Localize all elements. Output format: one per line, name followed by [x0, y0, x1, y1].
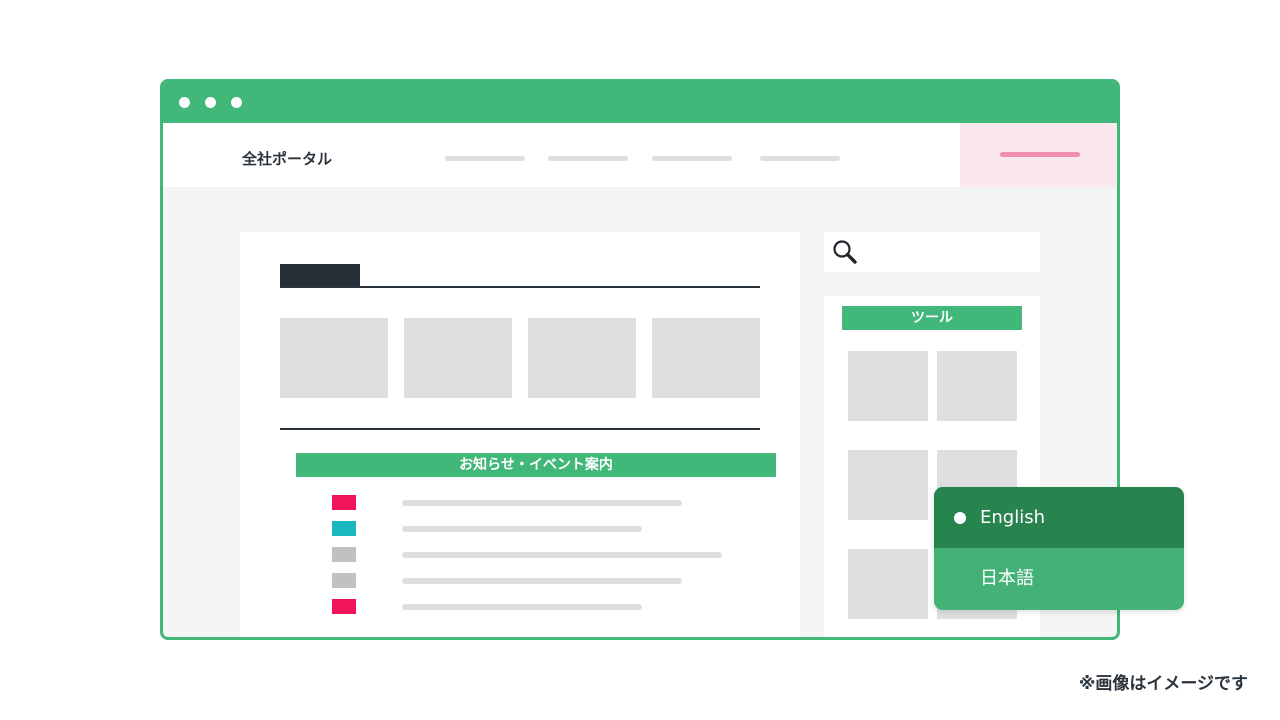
section-divider-bottom [280, 428, 760, 430]
search-icon[interactable] [832, 239, 858, 265]
news-title-placeholder [402, 604, 642, 610]
news-title-placeholder [402, 500, 682, 506]
news-item[interactable] [332, 547, 732, 563]
news-category-tag [332, 521, 356, 536]
news-item[interactable] [332, 495, 732, 511]
nav-item-1[interactable] [445, 156, 525, 161]
news-item[interactable] [332, 521, 732, 537]
news-category-tag [332, 599, 356, 614]
tool-tile-5[interactable] [848, 549, 928, 619]
tool-tile-1[interactable] [848, 351, 928, 421]
main-content-card: お知らせ・イベント案内 [240, 232, 800, 637]
window-dot-3[interactable] [231, 97, 242, 108]
feature-thumbnail-3[interactable] [528, 318, 636, 398]
header-cta-label [1000, 152, 1080, 157]
news-category-tag [332, 495, 356, 510]
nav-item-4[interactable] [760, 156, 840, 161]
news-item[interactable] [332, 573, 732, 589]
language-option-english[interactable]: English [934, 487, 1184, 548]
nav-item-3[interactable] [652, 156, 732, 161]
search-input[interactable] [824, 232, 1040, 272]
window-dot-1[interactable] [179, 97, 190, 108]
news-title-placeholder [402, 526, 642, 532]
news-title-placeholder [402, 552, 722, 558]
tool-tile-3[interactable] [848, 450, 928, 520]
image-disclaimer: ※画像はイメージです [1078, 674, 1248, 694]
feature-thumbnail-2[interactable] [404, 318, 512, 398]
news-title-placeholder [402, 578, 682, 584]
selected-indicator-icon [954, 512, 966, 524]
tools-title: ツール [842, 306, 1022, 330]
language-option-label: English [980, 507, 1045, 528]
tool-tile-2[interactable] [937, 351, 1017, 421]
news-category-tag [332, 573, 356, 588]
section-divider-top [280, 286, 760, 288]
window-titlebar [163, 82, 1117, 123]
language-switcher-menu: English 日本語 [934, 487, 1184, 610]
language-option-label: 日本語 [980, 568, 1034, 589]
section-tab[interactable] [280, 264, 360, 287]
window-dot-2[interactable] [205, 97, 216, 108]
feature-thumbnail-1[interactable] [280, 318, 388, 398]
news-category-tag [332, 547, 356, 562]
site-header: 全社ポータル [163, 123, 1117, 187]
nav-item-2[interactable] [548, 156, 628, 161]
news-item[interactable] [332, 599, 732, 615]
site-brand[interactable]: 全社ポータル [242, 150, 332, 168]
feature-thumbnail-4[interactable] [652, 318, 760, 398]
language-option-japanese[interactable]: 日本語 [934, 548, 1184, 609]
header-cta-button[interactable] [960, 123, 1117, 187]
news-section-title: お知らせ・イベント案内 [296, 453, 776, 477]
